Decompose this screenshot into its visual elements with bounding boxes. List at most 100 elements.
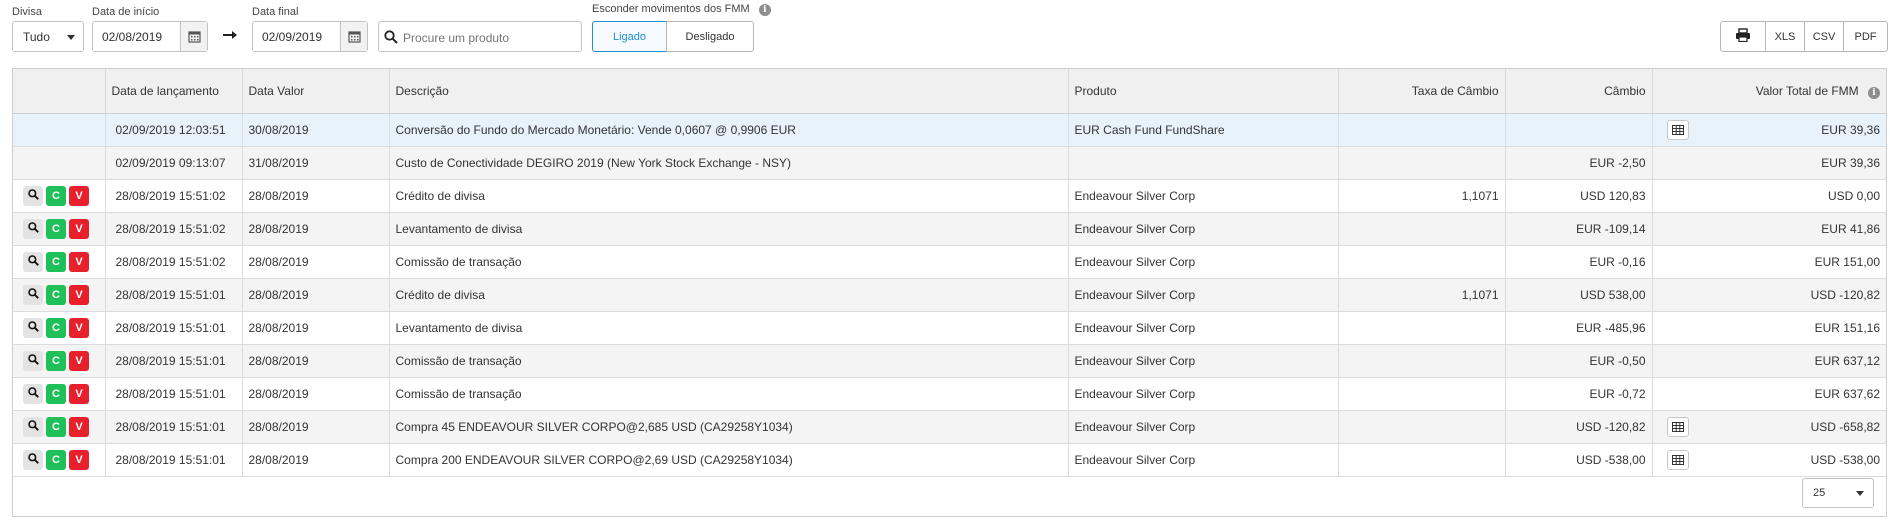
view-details-button[interactable] xyxy=(23,285,43,305)
table-icon[interactable] xyxy=(1666,120,1689,140)
end-date-field[interactable]: 02/09/2019 xyxy=(252,21,368,52)
hide-fmm-label: Esconder movimentos dos FMM i xyxy=(592,3,771,16)
cell-fmm-total: EUR 151,16 xyxy=(1652,311,1886,345)
buy-button[interactable]: C xyxy=(46,186,66,206)
cell-product: Endeavour Silver Corp xyxy=(1068,377,1339,411)
column-header-exchange[interactable]: Câmbio xyxy=(1505,69,1653,114)
table-row[interactable]: C V 28/08/2019 15:51:01 28/08/2019 Comissão … xyxy=(13,377,1886,411)
row-actions xyxy=(13,146,106,180)
cell-fx-rate: 1,1071 xyxy=(1338,278,1506,312)
sell-button[interactable]: V xyxy=(69,318,89,338)
view-details-button[interactable] xyxy=(23,384,43,404)
buy-button[interactable]: C xyxy=(46,318,66,338)
currency-select[interactable]: Tudo xyxy=(12,21,84,52)
row-actions: CV xyxy=(13,443,106,477)
view-details-button[interactable] xyxy=(23,417,43,437)
table-row[interactable]: C V 28/08/2019 15:51:02 28/08/2019 Crédito d… xyxy=(13,179,1886,213)
column-header-date[interactable]: Data de lançamento xyxy=(105,69,243,114)
table-row[interactable]: C V 28/08/2019 15:51:01 28/08/2019 Levantame… xyxy=(13,311,1886,345)
table-row[interactable]: C V 28/08/2019 15:51:01 28/08/2019 Crédito d… xyxy=(13,278,1886,312)
cell-product: Endeavour Silver Corp xyxy=(1068,311,1339,345)
column-header-fx-rate[interactable]: Taxa de Câmbio xyxy=(1338,69,1506,114)
row-actions: CV xyxy=(13,278,106,312)
info-icon[interactable]: i xyxy=(1868,86,1880,99)
hide-fmm-label-text: Esconder movimentos dos FMM xyxy=(592,3,750,15)
table-row[interactable]: C V 28/08/2019 15:51:01 28/08/2019 Comissão … xyxy=(13,344,1886,378)
row-actions: CV xyxy=(13,410,106,444)
sell-button[interactable]: V xyxy=(69,351,89,371)
buy-button[interactable]: C xyxy=(46,219,66,239)
cell-date: 28/08/2019 15:51:01 xyxy=(105,410,243,444)
table-row[interactable]: C V 28/08/2019 15:51:02 28/08/2019 Levantame… xyxy=(13,212,1886,246)
fmm-total-value: USD -120,82 xyxy=(1810,288,1880,302)
table-row[interactable]: 02/09/2019 09:13:07 31/08/2019 Custo de Co… xyxy=(13,146,1886,180)
cell-date: 28/08/2019 15:51:01 xyxy=(105,278,243,312)
search-input[interactable] xyxy=(401,26,581,49)
hide-fmm-off-button[interactable]: Desligado xyxy=(666,21,754,52)
fmm-total-value: USD 0,00 xyxy=(1827,189,1880,203)
row-actions: CV xyxy=(13,311,106,345)
buy-button[interactable]: C xyxy=(46,417,66,437)
sell-button[interactable]: V xyxy=(69,285,89,305)
calendar-icon[interactable] xyxy=(180,22,207,51)
buy-button[interactable]: C xyxy=(46,384,66,404)
fmm-total-value: EUR 151,00 xyxy=(1814,255,1880,269)
view-details-button[interactable] xyxy=(23,318,43,338)
cell-exchange: USD 538,00 xyxy=(1505,278,1653,312)
search-icon xyxy=(27,420,39,434)
buy-button[interactable]: C xyxy=(46,450,66,470)
export-pdf-button[interactable]: PDF xyxy=(1843,21,1888,52)
product-search-field[interactable] xyxy=(378,21,582,52)
page-size-select[interactable]: 25 xyxy=(1802,478,1874,508)
table-icon[interactable] xyxy=(1666,450,1689,470)
cell-fx-rate xyxy=(1338,311,1506,345)
cell-value-date: 28/08/2019 xyxy=(242,179,390,213)
buy-button[interactable]: C xyxy=(46,351,66,371)
buy-button[interactable]: C xyxy=(46,285,66,305)
cell-fmm-total: EUR 39,36 xyxy=(1652,113,1886,147)
view-details-button[interactable] xyxy=(23,186,43,206)
buy-button[interactable]: C xyxy=(46,252,66,272)
table-row[interactable]: C V 28/08/2019 15:51:01 28/08/2019 Compra 20… xyxy=(13,443,1886,477)
start-date-field[interactable]: 02/08/2019 xyxy=(92,21,208,52)
column-header-fmm-total[interactable]: Valor Total de FMM i xyxy=(1652,69,1886,114)
cell-fx-rate: 1,1071 xyxy=(1338,179,1506,213)
sell-button[interactable]: V xyxy=(69,252,89,272)
cell-fx-rate xyxy=(1338,344,1506,378)
column-header-product[interactable]: Produto xyxy=(1068,69,1339,114)
fmm-total-value: EUR 151,16 xyxy=(1814,321,1880,335)
table-row[interactable]: C V 28/08/2019 15:51:02 28/08/2019 Comissão … xyxy=(13,245,1886,279)
export-xls-button[interactable]: XLS xyxy=(1765,21,1805,52)
info-icon[interactable]: i xyxy=(758,4,771,16)
cell-value-date: 28/08/2019 xyxy=(242,245,390,279)
cell-description: Comissão de transação xyxy=(389,245,1069,279)
calendar-icon[interactable] xyxy=(340,22,367,51)
cell-date: 28/08/2019 15:51:01 xyxy=(105,443,243,477)
fmm-total-wrap: EUR 39,36 xyxy=(1659,120,1880,140)
search-icon xyxy=(27,321,39,335)
sell-button[interactable]: V xyxy=(69,417,89,437)
table-row[interactable]: C V 28/08/2019 15:51:01 28/08/2019 Compra 45… xyxy=(13,410,1886,444)
cell-date: 28/08/2019 15:51:01 xyxy=(105,311,243,345)
column-header-description[interactable]: Descrição xyxy=(389,69,1069,114)
table-row[interactable]: 02/09/2019 12:03:51 30/08/2019 Conversão d… xyxy=(13,113,1886,147)
view-details-button[interactable] xyxy=(23,450,43,470)
row-actions: CV xyxy=(13,212,106,246)
column-header-value-date[interactable]: Data Valor xyxy=(242,69,390,114)
print-button[interactable] xyxy=(1720,21,1766,52)
view-details-button[interactable] xyxy=(23,351,43,371)
table-icon[interactable] xyxy=(1666,417,1689,437)
view-details-button[interactable] xyxy=(23,252,43,272)
cell-description: Levantamento de divisa xyxy=(389,311,1069,345)
view-details-button[interactable] xyxy=(23,219,43,239)
sell-button[interactable]: V xyxy=(69,219,89,239)
hide-fmm-on-button[interactable]: Ligado xyxy=(592,21,667,52)
currency-label: Divisa xyxy=(12,6,42,18)
export-csv-button[interactable]: CSV xyxy=(1804,21,1844,52)
sell-button[interactable]: V xyxy=(69,186,89,206)
cell-description: Comissão de transação xyxy=(389,377,1069,411)
sell-button[interactable]: V xyxy=(69,450,89,470)
sell-button[interactable]: V xyxy=(69,384,89,404)
end-date-label: Data final xyxy=(252,6,299,18)
row-actions: CV xyxy=(13,377,106,411)
